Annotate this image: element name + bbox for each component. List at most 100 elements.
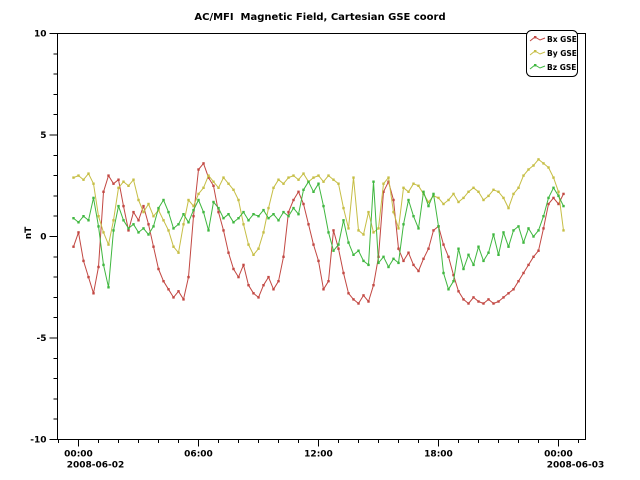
data-point-marker: [312, 243, 314, 245]
data-point-marker: [347, 227, 349, 229]
data-point-marker: [252, 254, 254, 256]
data-point-marker: [112, 229, 114, 231]
plot-window: AC/MFI Magnetic Field, Cartesian GSE coo…: [0, 0, 640, 480]
data-point-marker: [247, 243, 249, 245]
data-point-marker: [132, 223, 134, 225]
data-point-marker: [352, 254, 354, 256]
data-point-marker: [512, 193, 514, 195]
data-point-marker: [357, 229, 359, 231]
data-point-marker: [532, 235, 534, 237]
data-point-marker: [547, 203, 549, 205]
data-point-marker: [477, 246, 479, 248]
data-point-marker: [272, 187, 274, 189]
data-point-marker: [212, 181, 214, 183]
data-point-marker: [97, 215, 99, 217]
data-point-marker: [382, 183, 384, 185]
x-tick-label: 00:00: [64, 450, 93, 460]
data-point-marker: [367, 300, 369, 302]
data-point-marker: [187, 276, 189, 278]
data-point-marker: [552, 187, 554, 189]
data-point-marker: [147, 233, 149, 235]
data-point-marker: [177, 252, 179, 254]
data-point-marker: [117, 187, 119, 189]
data-point-marker: [222, 217, 224, 219]
data-point-marker: [232, 268, 234, 270]
data-point-marker: [532, 256, 534, 258]
data-point-marker: [162, 199, 164, 201]
data-point-marker: [347, 292, 349, 294]
data-point-marker: [242, 211, 244, 213]
data-point-marker: [277, 280, 279, 282]
data-point-marker: [92, 197, 94, 199]
data-point-marker: [162, 280, 164, 282]
data-point-marker: [407, 252, 409, 254]
data-point-marker: [77, 231, 79, 233]
data-point-marker: [317, 174, 319, 176]
data-point-marker: [327, 174, 329, 176]
data-point-marker: [392, 258, 394, 260]
data-point-marker: [442, 243, 444, 245]
data-point-marker: [92, 292, 94, 294]
data-point-marker: [317, 260, 319, 262]
data-point-marker: [382, 256, 384, 258]
data-point-marker: [542, 215, 544, 217]
data-point-marker: [102, 264, 104, 266]
data-point-marker: [392, 199, 394, 201]
data-point-marker: [277, 219, 279, 221]
data-point-marker: [182, 298, 184, 300]
data-point-marker: [267, 276, 269, 278]
data-point-marker: [287, 176, 289, 178]
data-point-marker: [187, 199, 189, 201]
data-point-marker: [552, 176, 554, 178]
data-point-marker: [207, 229, 209, 231]
data-point-marker: [532, 164, 534, 166]
legend-bz-label: Bz GSE: [547, 63, 576, 72]
data-point-marker: [502, 231, 504, 233]
data-point-marker: [417, 270, 419, 272]
data-point-marker: [77, 174, 79, 176]
data-point-marker: [547, 166, 549, 168]
data-point-marker: [462, 197, 464, 199]
data-point-marker: [157, 268, 159, 270]
x-tick-label: 12:00: [304, 450, 333, 460]
data-point-marker: [507, 292, 509, 294]
data-point-marker: [77, 221, 79, 223]
data-point-marker: [417, 227, 419, 229]
data-point-marker: [522, 241, 524, 243]
series-bz-markers: [72, 181, 564, 291]
data-point-marker: [182, 213, 184, 215]
data-point-marker: [467, 254, 469, 256]
x-tick-label: 18:00: [424, 450, 453, 460]
data-point-marker: [412, 215, 414, 217]
data-point-marker: [87, 276, 89, 278]
data-point-marker: [282, 256, 284, 258]
data-point-marker: [387, 266, 389, 268]
x-tick-label: 06:00: [184, 450, 213, 460]
data-point-marker: [487, 252, 489, 254]
data-point-marker: [272, 288, 274, 290]
data-point-marker: [522, 272, 524, 274]
data-point-marker: [97, 266, 99, 268]
data-point-marker: [172, 227, 174, 229]
data-point-marker: [447, 199, 449, 201]
data-point-marker: [257, 296, 259, 298]
data-point-marker: [412, 183, 414, 185]
data-point-marker: [397, 248, 399, 250]
data-point-marker: [237, 276, 239, 278]
data-point-marker: [352, 298, 354, 300]
legend-bx-sample-marker: [534, 36, 536, 38]
data-point-marker: [102, 191, 104, 193]
data-point-marker: [232, 189, 234, 191]
data-point-marker: [137, 219, 139, 221]
data-point-marker: [457, 248, 459, 250]
data-point-marker: [557, 203, 559, 205]
data-point-marker: [292, 207, 294, 209]
y-tick-label: 10: [34, 30, 47, 40]
y-tick-label: -10: [30, 436, 46, 446]
data-point-marker: [422, 258, 424, 260]
data-point-marker: [267, 217, 269, 219]
data-point-marker: [467, 191, 469, 193]
data-point-marker: [502, 296, 504, 298]
data-point-marker: [167, 229, 169, 231]
data-point-marker: [407, 199, 409, 201]
